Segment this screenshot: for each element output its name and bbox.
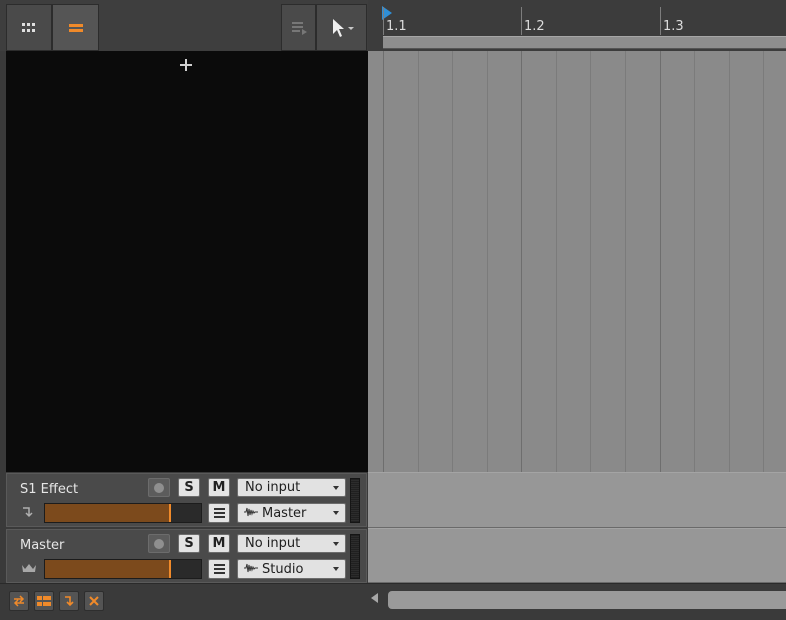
track-list-button[interactable] (34, 591, 54, 611)
track-list-area[interactable] (0, 51, 368, 472)
output-select[interactable]: Master (237, 503, 346, 523)
add-icon (180, 59, 192, 71)
ruler-tick (660, 7, 661, 35)
solo-button[interactable]: S (178, 478, 200, 497)
chevron-down-icon (333, 541, 339, 546)
chevron-down-icon (333, 511, 339, 515)
grid-view-button[interactable] (6, 4, 52, 51)
bottom-bar (0, 583, 786, 620)
record-arm-button[interactable] (148, 534, 170, 553)
loop-region-bar[interactable] (383, 36, 786, 49)
return-arrow-icon (65, 596, 74, 607)
track-menu-button[interactable] (208, 559, 230, 579)
record-icon (154, 538, 164, 549)
fader-level (45, 504, 170, 522)
swap-tracks-button[interactable] (9, 591, 29, 611)
list-view-button[interactable] (52, 4, 99, 51)
track-header-s1-effect[interactable]: S1 Effect S M No input Master (6, 473, 367, 527)
list-view-icon (68, 23, 83, 32)
input-select-value: No input (245, 536, 301, 551)
grid-view-icon (22, 22, 35, 32)
track-header-master[interactable]: Master S M No input Studio (6, 529, 367, 583)
fader-level (45, 560, 170, 578)
arranger-button[interactable] (281, 4, 316, 51)
scroll-left-arrow[interactable] (371, 593, 378, 603)
fader-handle[interactable] (168, 504, 171, 522)
close-button[interactable] (84, 591, 104, 611)
track-list-icon (37, 596, 51, 606)
crown-icon (21, 562, 37, 576)
arrangement-view[interactable] (368, 51, 786, 583)
output-select[interactable]: Studio (237, 559, 346, 579)
track-lane-s1-effect[interactable] (368, 472, 786, 528)
volume-fader[interactable] (44, 503, 202, 523)
solo-button[interactable]: S (178, 534, 200, 553)
mute-button[interactable]: M (208, 478, 230, 497)
arranger-icon (291, 21, 307, 35)
ruler-label: 1.2 (524, 19, 545, 34)
ruler-label: 1.3 (663, 19, 684, 34)
pointer-tool-button[interactable] (316, 4, 367, 51)
volume-fader[interactable] (44, 559, 202, 579)
track-lane-master[interactable] (368, 528, 786, 583)
horizontal-scrollbar[interactable] (388, 591, 786, 609)
close-icon (89, 596, 99, 606)
chevron-down-icon (333, 567, 339, 571)
return-arrow-icon (21, 506, 37, 520)
fader-handle[interactable] (168, 560, 171, 578)
ruler-label: 1.1 (386, 19, 407, 34)
input-select[interactable]: No input (237, 478, 346, 497)
track-menu-button[interactable] (208, 503, 230, 523)
add-track-button[interactable] (177, 55, 195, 75)
track-name[interactable]: S1 Effect (20, 482, 78, 497)
input-select[interactable]: No input (237, 534, 346, 553)
timeline-ruler[interactable]: 1.1 1.2 1.3 (368, 0, 786, 51)
toolbar (0, 0, 368, 52)
ruler-tick (383, 7, 384, 35)
output-select-value: Master (262, 505, 307, 521)
level-meter (350, 534, 360, 579)
waveform-icon (238, 507, 258, 520)
chevron-down-icon (333, 485, 339, 490)
waveform-icon (238, 563, 258, 576)
output-select-value: Studio (262, 561, 304, 577)
level-meter (350, 478, 360, 523)
pointer-tool-icon (332, 18, 354, 37)
swap-icon (13, 595, 25, 607)
record-arm-button[interactable] (148, 478, 170, 497)
input-select-value: No input (245, 480, 301, 495)
record-icon (154, 482, 164, 493)
track-name[interactable]: Master (20, 538, 64, 553)
ruler-tick (521, 7, 522, 35)
return-button[interactable] (59, 591, 79, 611)
mute-button[interactable]: M (208, 534, 230, 553)
